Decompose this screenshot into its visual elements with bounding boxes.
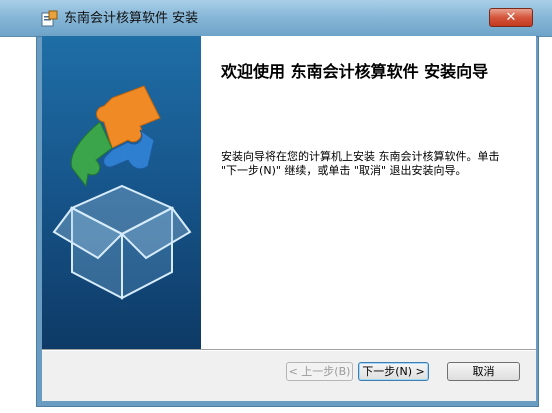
side-banner [42, 36, 201, 349]
welcome-description: 安装向导将在您的计算机上安装 东南会计核算软件。单击 "下一步(N)" 继续，或… [221, 150, 500, 177]
next-button[interactable]: 下一步(N) > [358, 362, 429, 381]
button-separator [42, 349, 536, 351]
client-area: 欢迎使用 东南会计核算软件 安装向导 安装向导将在您的计算机上安装 东南会计核算… [42, 36, 536, 401]
back-button[interactable]: < 上一步(B) [286, 362, 353, 381]
installer-icon [41, 10, 58, 27]
puzzle-box-icon [52, 85, 192, 300]
close-button[interactable]: ✕ [489, 8, 533, 27]
cancel-button[interactable]: 取消 [447, 362, 520, 381]
welcome-heading: 欢迎使用 东南会计核算软件 安装向导 [221, 62, 489, 81]
content-panel: 欢迎使用 东南会计核算软件 安装向导 安装向导将在您的计算机上安装 东南会计核算… [201, 36, 536, 349]
window-title: 东南会计核算软件 安装 [64, 11, 199, 26]
installer-window: 东南会计核算软件 安装 ✕ 欢迎使用 东南会计核算软件 安装向导 安装向导将在您… [0, 0, 552, 413]
title-bar[interactable]: 东南会计核算软件 安装 ✕ [0, 0, 552, 37]
